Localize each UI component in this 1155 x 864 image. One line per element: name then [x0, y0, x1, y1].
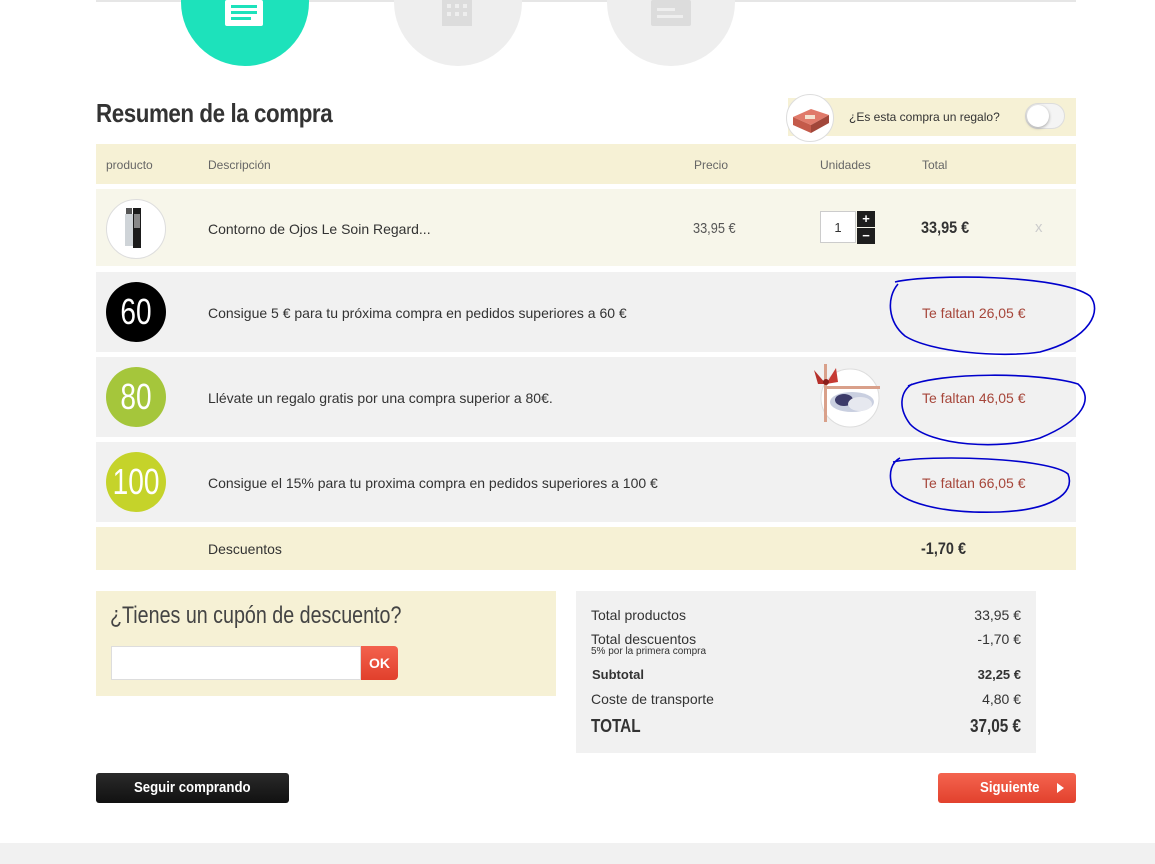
- gift-toggle[interactable]: [1025, 103, 1065, 129]
- gift-product-image: [812, 364, 880, 428]
- remove-item-button[interactable]: x: [1035, 219, 1043, 236]
- total-products-value: 33,95 €: [974, 607, 1021, 623]
- product-description[interactable]: Contorno de Ojos Le Soin Regard...: [208, 221, 431, 237]
- card-icon: [651, 0, 691, 26]
- toggle-knob: [1027, 105, 1049, 127]
- subtotal-value: 32,25 €: [977, 667, 1021, 682]
- shipping-label: Coste de transporte: [591, 691, 714, 707]
- step-address[interactable]: [394, 0, 522, 66]
- subtotal-label: Subtotal: [592, 667, 644, 682]
- promo-missing-60: Te faltan 26,05 €: [922, 305, 1026, 321]
- quantity-increase-button[interactable]: +: [857, 211, 875, 227]
- discounts-value: -1,70 €: [921, 539, 966, 558]
- promo-missing-80: Te faltan 46,05 €: [922, 390, 1026, 406]
- total-products-label: Total productos: [591, 607, 686, 623]
- footer-band: [0, 843, 1155, 864]
- step-cart[interactable]: [181, 0, 309, 66]
- header-price: Precio: [694, 158, 729, 172]
- discounts-label: Descuentos: [208, 541, 282, 557]
- coupon-input[interactable]: [111, 646, 361, 680]
- grand-total-value: 37,05 €: [969, 716, 1021, 736]
- promo-text-60: Consigue 5 € para tu próxima compra en p…: [208, 305, 627, 321]
- header-product: producto: [106, 158, 153, 172]
- table-header: producto Descripción Precio Unidades Tot…: [96, 144, 1076, 184]
- gift-box-image: [786, 94, 834, 142]
- next-button[interactable]: Siguiente: [938, 773, 1076, 803]
- product-total: 33,95 €: [921, 218, 970, 237]
- quantity-decrease-button[interactable]: −: [857, 228, 875, 244]
- promo-text-80: Llévate un regalo gratis por una compra …: [208, 390, 553, 406]
- promo-badge-100: 100: [106, 452, 166, 512]
- promo-text-100: Consigue el 15% para tu proxima compra e…: [208, 475, 658, 491]
- product-image[interactable]: [106, 199, 166, 259]
- grand-total-label: TOTAL: [591, 716, 641, 736]
- header-description: Descripción: [208, 158, 271, 172]
- arrow-right-icon: [1057, 783, 1064, 793]
- shipping-value: 4,80 €: [982, 691, 1021, 707]
- promo-badge-60: 60: [106, 282, 166, 342]
- promo-missing-100: Te faltan 66,05 €: [922, 475, 1026, 491]
- total-discounts-label: Total descuentos: [591, 631, 697, 647]
- page-title: Resumen de la compra: [96, 98, 333, 128]
- promo-badge-80: 80: [106, 367, 166, 427]
- step-payment[interactable]: [607, 0, 735, 66]
- document-list-icon: [225, 0, 263, 26]
- gift-question-label: ¿Es esta compra un regalo?: [849, 110, 1000, 124]
- quantity-input[interactable]: [820, 211, 856, 243]
- coupon-ok-button[interactable]: OK: [361, 646, 398, 680]
- discount-note: 5% por la primera compra: [591, 646, 707, 657]
- continue-shopping-button[interactable]: Seguir comprando: [96, 773, 289, 803]
- product-price: 33,95 €: [693, 220, 736, 237]
- header-units: Unidades: [820, 158, 871, 172]
- header-total: Total: [922, 158, 948, 172]
- coupon-title: ¿Tienes un cupón de descuento?: [110, 602, 402, 629]
- building-icon: [442, 0, 472, 26]
- total-discounts-value: -1,70 €: [977, 631, 1021, 647]
